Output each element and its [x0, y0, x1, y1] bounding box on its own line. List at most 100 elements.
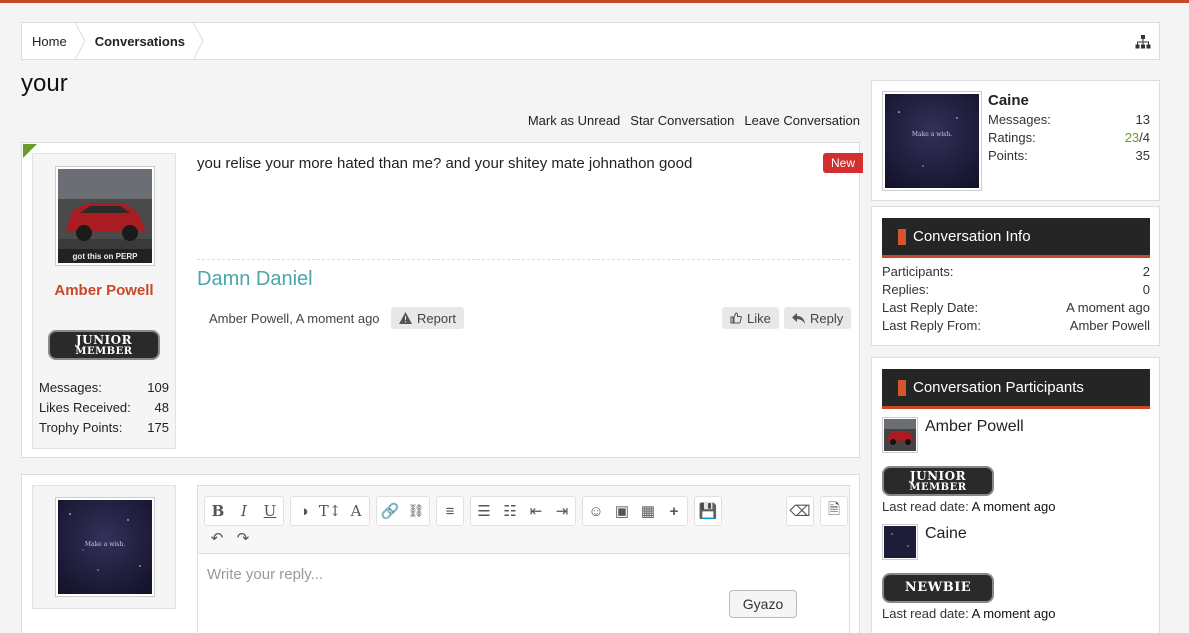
participant-last-read: Last read date: A moment ago [882, 499, 1055, 514]
numbered-list-icon[interactable]: ☷ [497, 497, 523, 525]
header-marker [898, 379, 906, 396]
conversation-info-title: Conversation Info [913, 228, 1031, 245]
signature: Damn Daniel [197, 268, 313, 290]
breadcrumb-conversations[interactable]: Conversations [85, 22, 204, 60]
bold-icon[interactable]: B [205, 497, 231, 525]
badge-line-1: Junior [909, 469, 967, 483]
gyazo-tooltip[interactable]: Gyazo [729, 590, 797, 618]
participants-panel: Conversation Participants Amber Powell J… [871, 357, 1160, 633]
info-value: A moment ago [1066, 300, 1150, 315]
link-icon[interactable]: 🔗 [377, 497, 403, 525]
info-value: 0 [1142, 282, 1150, 297]
redo-icon[interactable]: ↷ [230, 524, 256, 552]
top-accent-bar [0, 0, 1189, 3]
participants-title: Conversation Participants [913, 379, 1084, 396]
like-label: Like [747, 310, 771, 326]
undo-icon[interactable]: ↶ [204, 524, 230, 552]
badge-line-1: Junior [75, 333, 133, 347]
profile-name[interactable]: Caine [988, 92, 1029, 109]
message-body: you relise your more hated than me? and … [197, 155, 693, 172]
conversation-actions: Mark as Unread Star Conversation Leave C… [528, 113, 860, 128]
toolbar-group-save: 💾 [694, 496, 722, 526]
font-size-icon[interactable]: T↕ [317, 497, 343, 525]
junior-member-badge: Junior Member [882, 466, 994, 496]
night-sky-avatar-image: Make a wish. [885, 94, 979, 188]
profile-panel: Make a wish. Caine Messages: 13 Ratings:… [871, 80, 1160, 201]
ratings-total: /4 [1139, 130, 1150, 145]
indent-icon[interactable]: ⇥ [549, 497, 575, 525]
profile-stat-points: Points: 35 [988, 148, 1150, 166]
toolbar-group-style: ◑ T↕ A [290, 496, 370, 526]
insert-more-icon[interactable]: + [661, 497, 687, 525]
stat-label: Messages: [39, 380, 102, 395]
stat-label: Points: [988, 148, 1028, 163]
profile-stat-messages: Messages: 13 [988, 112, 1150, 130]
underline-icon[interactable]: U [257, 497, 283, 525]
last-read-value: A moment ago [971, 499, 1056, 514]
avatar-caption: Make a wish. [85, 541, 125, 548]
ratings-positive: 23 [1124, 130, 1140, 145]
new-badge: New [822, 153, 863, 173]
like-button[interactable]: Like [722, 307, 779, 329]
participant-avatar[interactable] [882, 524, 918, 560]
header-marker [898, 228, 906, 245]
color-icon[interactable]: ◑ [291, 497, 317, 525]
newbie-badge: Newbie [882, 573, 994, 603]
message-author-name[interactable]: Amber Powell [33, 282, 175, 299]
participant-name[interactable]: Amber Powell [925, 418, 1024, 436]
smiley-icon[interactable]: ☺ [583, 497, 609, 525]
toolbar-group-link: 🔗 ⛓ [376, 496, 430, 526]
conversation-info-list: Participants: 2 Replies: 0 Last Reply Da… [882, 264, 1150, 336]
stat-row-messages: Messages: 109 [39, 380, 169, 400]
profile-avatar[interactable]: Make a wish. [882, 91, 982, 191]
bullet-list-icon[interactable]: ☰ [471, 497, 497, 525]
junior-member-badge: Junior Member [48, 330, 160, 360]
toolbar-group-lists: ☰ ☷ ⇤ ⇥ [470, 496, 576, 526]
participant-last-read: Last read date: A moment ago [882, 606, 1055, 621]
participant-name[interactable]: Caine [925, 525, 967, 543]
info-label: Last Reply Date: [882, 300, 979, 315]
message-meta[interactable]: Amber Powell, A moment ago [209, 311, 380, 326]
save-draft-icon[interactable]: 💾 [695, 497, 721, 525]
reply-button[interactable]: Reply [784, 307, 852, 329]
toolbar-group-source: 🗎 [820, 496, 848, 526]
message-user-info: got this on PERP Amber Powell Junior Mem… [23, 144, 176, 449]
stat-label: Likes Received: [39, 400, 131, 415]
breadcrumb: Home Conversations [21, 22, 1160, 60]
media-icon[interactable]: ▦ [635, 497, 661, 525]
breadcrumb-separator-icon [193, 22, 204, 60]
participant-avatar[interactable] [882, 417, 918, 453]
leave-conversation-link[interactable]: Leave Conversation [744, 113, 860, 128]
stat-value: 109 [147, 380, 169, 395]
report-label: Report [417, 310, 457, 326]
conversation-info-header: Conversation Info [882, 218, 1150, 258]
outdent-icon[interactable]: ⇤ [523, 497, 549, 525]
avatar[interactable]: got this on PERP [55, 166, 155, 266]
stat-value: 48 [154, 400, 169, 415]
report-button[interactable]: Report [391, 307, 465, 329]
last-read-label: Last read date: [882, 499, 969, 514]
stat-value: 175 [147, 420, 169, 435]
align-icon[interactable]: ≡ [437, 497, 463, 525]
unlink-icon[interactable]: ⛓ [403, 497, 429, 525]
user-stats: Messages: 109 Likes Received: 48 Trophy … [39, 380, 169, 440]
font-family-icon[interactable]: A [343, 497, 369, 525]
info-label: Replies: [882, 282, 929, 297]
reply-label: Reply [810, 310, 844, 326]
message: got this on PERP Amber Powell Junior Mem… [21, 142, 863, 458]
info-label: Participants: [882, 264, 954, 279]
breadcrumb-home[interactable]: Home [22, 22, 86, 60]
info-value[interactable]: Amber Powell [1070, 318, 1150, 336]
image-icon[interactable]: ▣ [609, 497, 635, 525]
italic-icon[interactable]: I [231, 497, 257, 525]
participants-header: Conversation Participants [882, 369, 1150, 409]
avatar-caption: got this on PERP [73, 252, 139, 261]
reply-textarea[interactable]: Write your reply... [207, 566, 323, 583]
star-conversation-link[interactable]: Star Conversation [630, 113, 734, 128]
source-mode-icon[interactable]: 🗎 [821, 497, 847, 525]
remove-format-icon[interactable]: ⌫ [787, 497, 813, 525]
sitemap-icon[interactable] [1135, 34, 1151, 50]
mark-as-unread-link[interactable]: Mark as Unread [528, 113, 620, 128]
avatar[interactable]: Make a wish. [55, 497, 155, 597]
profile-stat-ratings: Ratings: 23/4 [988, 130, 1150, 148]
